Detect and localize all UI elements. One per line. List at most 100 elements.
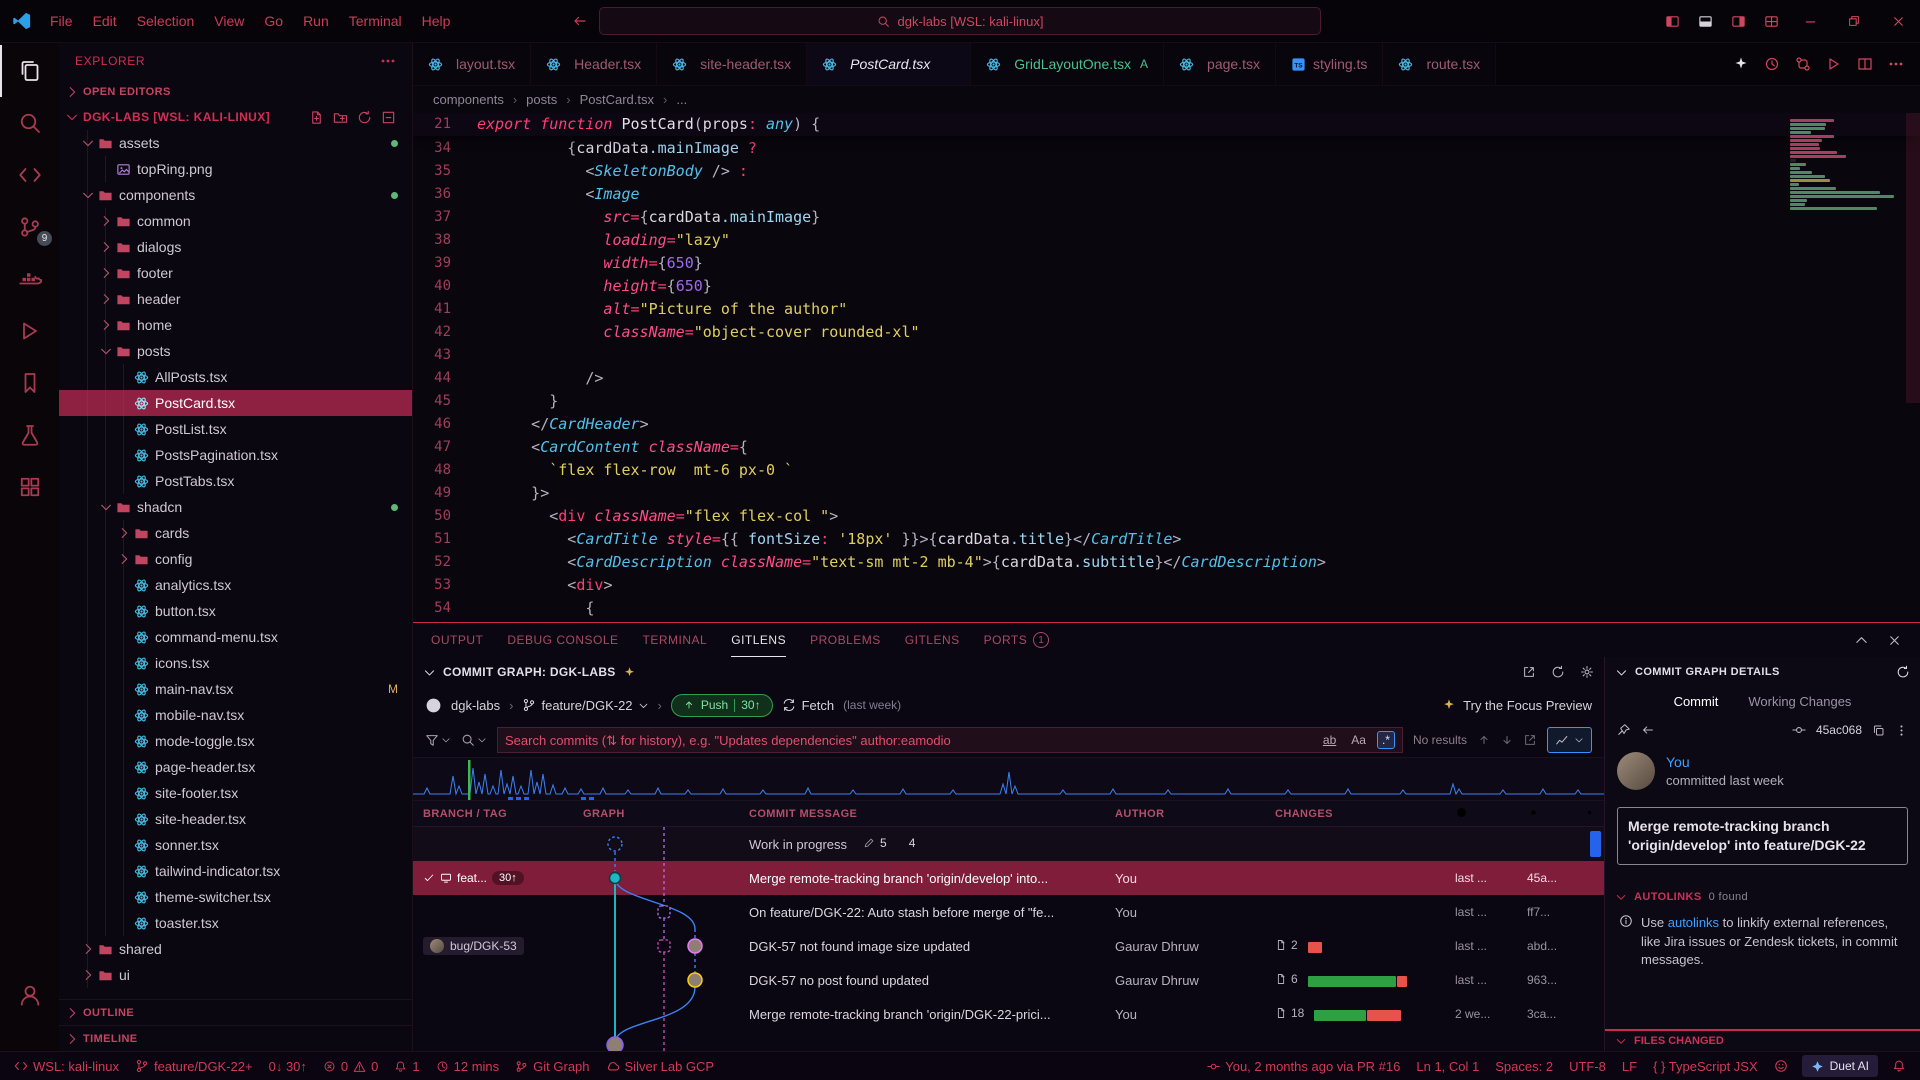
activity-search[interactable] bbox=[0, 97, 59, 149]
more-actions-icon[interactable] bbox=[1895, 724, 1908, 737]
restore-button[interactable] bbox=[1832, 0, 1876, 42]
tree-item-footer[interactable]: footer bbox=[59, 260, 412, 286]
collapse-folders-icon[interactable] bbox=[381, 110, 396, 125]
tab-Header.tsx[interactable]: Header.tsx bbox=[531, 43, 657, 85]
views-more-actions-icon[interactable] bbox=[380, 53, 396, 69]
refresh-details-icon[interactable] bbox=[1896, 665, 1910, 679]
menu-selection[interactable]: Selection bbox=[127, 8, 205, 34]
run-file-icon[interactable] bbox=[1826, 56, 1842, 72]
blame-indicator[interactable]: You, 2 months ago via PR #16 bbox=[1199, 1052, 1408, 1080]
graph-columns-settings[interactable] bbox=[1573, 806, 1604, 822]
focus-preview-button[interactable]: Try the Focus Preview bbox=[1442, 698, 1592, 713]
more-actions-icon[interactable] bbox=[1888, 56, 1904, 72]
panel-tab-gitlens[interactable]: GITLENS bbox=[731, 623, 786, 657]
tree-item-mobile-nav.tsx[interactable]: mobile-nav.tsx bbox=[59, 702, 412, 728]
column-sha[interactable] bbox=[1517, 806, 1573, 822]
column-graph[interactable]: GRAPH bbox=[573, 808, 739, 820]
refresh-explorer-icon[interactable] bbox=[357, 110, 372, 125]
column-changes[interactable]: CHANGES bbox=[1265, 808, 1445, 820]
autolinks-link[interactable]: autolinks bbox=[1668, 915, 1719, 930]
menu-file[interactable]: File bbox=[40, 8, 83, 34]
tree-item-PostCard.tsx[interactable]: PostCard.tsx bbox=[59, 390, 412, 416]
graph-scroll-thumb[interactable] bbox=[1590, 831, 1601, 857]
minimap[interactable] bbox=[1790, 119, 1902, 210]
branch-label[interactable]: bug/DGK-53 bbox=[423, 937, 524, 955]
breadcrumb-item[interactable]: PostCard.tsx bbox=[580, 92, 654, 107]
editor-scrollbar[interactable] bbox=[1906, 113, 1920, 403]
maximize-panel-icon[interactable] bbox=[1854, 633, 1869, 648]
close-tab-icon[interactable] bbox=[942, 58, 955, 71]
tree-item-PostsPagination.tsx[interactable]: PostsPagination.tsx bbox=[59, 442, 412, 468]
commit-row[interactable]: bug/DGK-53DGK-57 not found image size up… bbox=[413, 929, 1604, 963]
panel-tab-terminal[interactable]: TERMINAL bbox=[643, 623, 708, 657]
fetch-button[interactable]: Fetch bbox=[782, 698, 835, 713]
menu-help[interactable]: Help bbox=[412, 8, 461, 34]
gcp-indicator[interactable]: Silver Lab GCP bbox=[598, 1052, 723, 1080]
pin-icon[interactable] bbox=[1617, 723, 1631, 737]
tree-item-config[interactable]: config bbox=[59, 546, 412, 572]
chevron-down-icon[interactable] bbox=[1615, 666, 1628, 679]
timeline-section[interactable]: TIMELINE bbox=[59, 1025, 412, 1051]
tree-item-topRing.png[interactable]: topRing.png bbox=[59, 156, 412, 182]
column-author[interactable]: AUTHOR bbox=[1105, 808, 1265, 820]
tree-item-cards[interactable]: cards bbox=[59, 520, 412, 546]
minimize-button[interactable] bbox=[1788, 0, 1832, 42]
tree-item-sonner.tsx[interactable]: sonner.tsx bbox=[59, 832, 412, 858]
notifications-indicator[interactable]: 1 bbox=[386, 1052, 427, 1080]
duet-ai-badge[interactable]: Duet AI bbox=[1802, 1055, 1878, 1077]
toggle-primary-sidebar-button[interactable] bbox=[1656, 0, 1689, 42]
open-in-editor-icon[interactable] bbox=[1522, 665, 1536, 679]
activity-explorer[interactable] bbox=[0, 45, 59, 97]
panel-tab-gitlens[interactable]: GITLENS bbox=[905, 623, 960, 657]
tab-route.tsx[interactable]: route.tsx bbox=[1383, 43, 1496, 85]
breadcrumb-item[interactable]: components bbox=[433, 92, 504, 107]
tree-item-home[interactable]: home bbox=[59, 312, 412, 338]
tree-item-mode-toggle.tsx[interactable]: mode-toggle.tsx bbox=[59, 728, 412, 754]
branch-indicator[interactable]: feature/DGK-22+ bbox=[127, 1052, 261, 1080]
outline-section[interactable]: OUTLINE bbox=[59, 999, 412, 1025]
tree-item-shadcn[interactable]: shadcn bbox=[59, 494, 412, 520]
compare-changes-icon[interactable] bbox=[1795, 56, 1811, 72]
tree-item-ui[interactable]: ui bbox=[59, 962, 412, 988]
tree-item-button.tsx[interactable]: button.tsx bbox=[59, 598, 412, 624]
tab-styling.ts[interactable]: TSstyling.ts bbox=[1276, 43, 1383, 85]
column-commit-message[interactable]: COMMIT MESSAGE bbox=[739, 808, 1105, 820]
new-folder-icon[interactable] bbox=[333, 110, 348, 125]
language-mode[interactable]: { } TypeScript JSX bbox=[1645, 1052, 1766, 1080]
eol-indicator[interactable]: LF bbox=[1614, 1052, 1645, 1080]
customize-layout-button[interactable] bbox=[1755, 0, 1788, 42]
tree-item-analytics.tsx[interactable]: analytics.tsx bbox=[59, 572, 412, 598]
close-panel-icon[interactable] bbox=[1887, 633, 1902, 648]
branch-selector[interactable]: feature/DGK-22 bbox=[522, 698, 648, 713]
breadcrumb-item[interactable]: ... bbox=[676, 92, 687, 107]
indentation-indicator[interactable]: Spaces: 2 bbox=[1487, 1052, 1561, 1080]
tree-item-components[interactable]: components bbox=[59, 182, 412, 208]
timer-indicator[interactable]: 12 mins bbox=[428, 1052, 508, 1080]
sync-indicator[interactable]: 0↓ 30↑ bbox=[261, 1052, 315, 1080]
panel-tab-output[interactable]: OUTPUT bbox=[431, 623, 483, 657]
menu-view[interactable]: View bbox=[204, 8, 254, 34]
code-editor[interactable]: 21export function PostCard(props: any) {… bbox=[413, 113, 1920, 622]
files-changed-section[interactable]: FILES CHANGED bbox=[1605, 1029, 1920, 1051]
current-branch-label[interactable]: feat...30↑ bbox=[423, 871, 563, 885]
previous-match-icon[interactable] bbox=[1477, 733, 1491, 747]
open-editors-section[interactable]: OPEN EDITORS bbox=[59, 79, 412, 104]
tree-item-dialogs[interactable]: dialogs bbox=[59, 234, 412, 260]
problems-indicator[interactable]: 00 bbox=[315, 1052, 386, 1080]
copy-icon[interactable] bbox=[1872, 724, 1885, 737]
tree-item-site-header.tsx[interactable]: site-header.tsx bbox=[59, 806, 412, 832]
tree-item-site-footer.tsx[interactable]: site-footer.tsx bbox=[59, 780, 412, 806]
graph-activity-minimap[interactable] bbox=[413, 757, 1604, 801]
next-match-icon[interactable] bbox=[1500, 733, 1514, 747]
tree-item-AllPosts.tsx[interactable]: AllPosts.tsx bbox=[59, 364, 412, 390]
tree-item-command-menu.tsx[interactable]: command-menu.tsx bbox=[59, 624, 412, 650]
tree-item-common[interactable]: common bbox=[59, 208, 412, 234]
search-type-dropdown[interactable] bbox=[461, 733, 487, 747]
remote-indicator[interactable]: WSL: kali-linux bbox=[6, 1052, 127, 1080]
workspace-root[interactable]: DGK-LABS [WSL: KALI-LINUX] bbox=[59, 104, 412, 130]
tree-item-header[interactable]: header bbox=[59, 286, 412, 312]
column-branch-tag[interactable]: BRANCH / TAG bbox=[413, 808, 573, 820]
tree-item-PostList.tsx[interactable]: PostList.tsx bbox=[59, 416, 412, 442]
menu-go[interactable]: Go bbox=[254, 8, 293, 34]
tab-PostCard.tsx[interactable]: PostCard.tsx bbox=[807, 43, 971, 85]
